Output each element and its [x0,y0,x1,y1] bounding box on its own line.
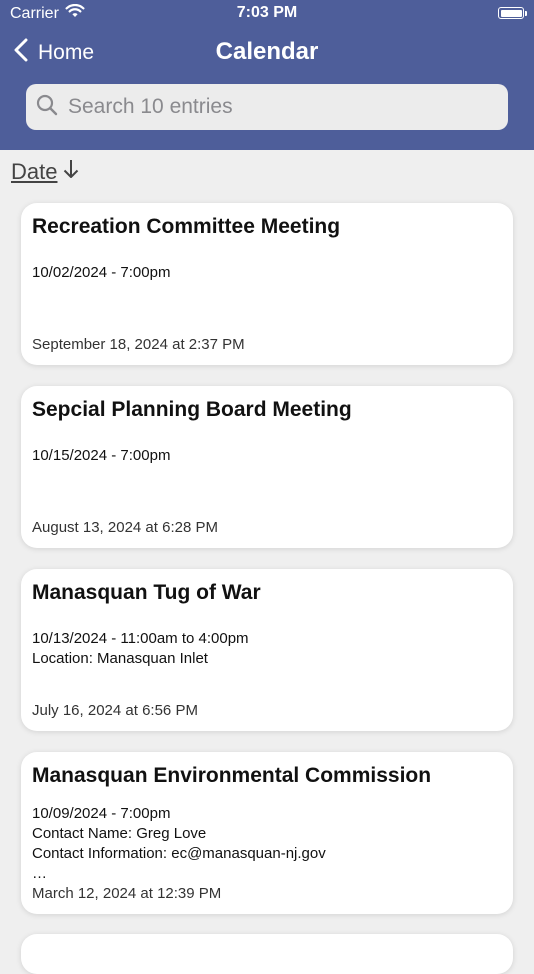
event-card-partial[interactable] [21,934,513,974]
search-bar[interactable] [26,84,508,130]
search-icon [36,94,58,121]
navigation-bar: Home Calendar [0,36,534,72]
page-title: Calendar [215,38,319,65]
event-updated: August 13, 2024 at 6:28 PM [32,519,218,536]
event-updated: July 16, 2024 at 6:56 PM [32,702,198,719]
arrow-down-icon [63,159,79,185]
event-title: Manasquan Tug of War [32,581,261,604]
event-details: 10/09/2024 - 7:00pm Contact Name: Greg L… [32,805,326,882]
event-title: Recreation Committee Meeting [32,215,341,238]
status-bar: Carrier 7:03 PM [0,0,534,28]
event-card[interactable]: Sepcial Planning Board Meeting 10/15/202… [21,386,513,548]
event-title: Manasquan Environmental Commission [32,764,432,787]
event-details: 10/13/2024 - 11:00am to 4:00pm Location:… [32,630,249,667]
event-title: Sepcial Planning Board Meeting [32,398,352,421]
event-card[interactable]: Recreation Committee Meeting 10/02/2024 … [21,203,513,365]
header-bar: Carrier 7:03 PM Home Calendar [0,0,534,150]
search-input[interactable] [66,94,490,120]
event-card[interactable]: Manasquan Environmental Commission 10/09… [21,752,513,914]
event-details: 10/02/2024 - 7:00pm [32,264,171,281]
event-card[interactable]: Manasquan Tug of War 10/13/2024 - 11:00a… [21,569,513,731]
event-updated: September 18, 2024 at 2:37 PM [32,336,245,353]
event-details: 10/15/2024 - 7:00pm [32,447,171,464]
event-updated: March 12, 2024 at 12:39 PM [32,885,222,902]
status-time: 7:03 PM [236,4,298,21]
sort-label: Date [11,159,58,184]
battery-icon [498,7,527,19]
sort-date-button[interactable]: Date [11,159,79,185]
